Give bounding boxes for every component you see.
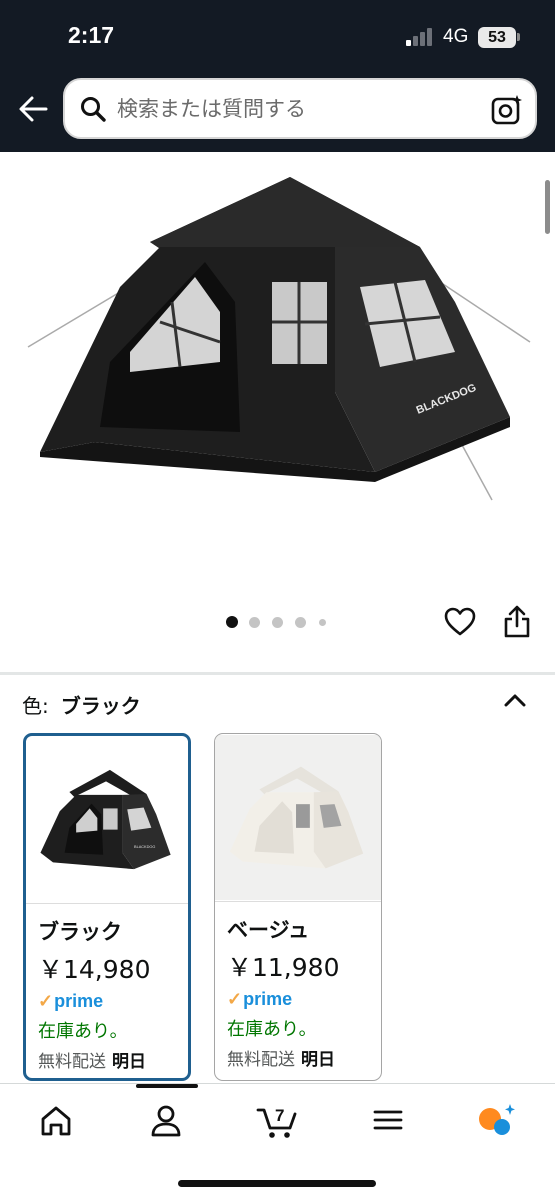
search-icon (81, 97, 106, 122)
account-icon[interactable] (142, 1100, 190, 1140)
stock-status: 在庫あり。 (38, 1021, 128, 1042)
back-arrow-icon[interactable] (16, 92, 50, 126)
carousel-dot[interactable] (319, 619, 326, 626)
search-input[interactable] (117, 94, 477, 124)
variant-card-beige[interactable]: ベージュ ￥11,980 ✓prime 在庫あり。 無料配送 明日 (214, 733, 382, 1081)
product-image[interactable]: BLACKDOG (0, 152, 555, 592)
cart-count: 7 (275, 1106, 284, 1125)
status-time: 2:17 (68, 22, 115, 48)
share-icon[interactable] (502, 604, 532, 640)
variant-name: ベージュ (227, 918, 310, 942)
battery-cap (517, 33, 520, 41)
variant-card-black[interactable]: BLACKDOG ブラック ￥14,980 ✓prime 在庫あり。 無料配送明… (23, 733, 191, 1081)
thumb-divider (215, 901, 381, 902)
chevron-up-icon[interactable] (500, 686, 530, 716)
camera-lens-icon[interactable] (490, 93, 524, 127)
image-carousel-dots[interactable] (222, 614, 342, 630)
prime-badge: ✓prime (38, 991, 104, 1011)
variant-thumbnail: BLACKDOG (40, 769, 171, 870)
heart-icon[interactable] (443, 606, 477, 638)
shipping-info: 無料配送 明日 (38, 1052, 146, 1072)
variant-thumbnail (215, 734, 381, 901)
tent-illustration: BLACKDOG (27, 177, 531, 501)
thumb-divider (26, 903, 188, 904)
variant-price: ￥14,980 (38, 955, 151, 984)
carousel-dot[interactable] (295, 617, 306, 628)
active-tab-indicator (136, 1084, 198, 1088)
home-indicator[interactable] (178, 1180, 376, 1187)
cellular-signal-icon (406, 28, 436, 46)
color-selector-header: 色: ブラック (22, 690, 141, 720)
carousel-dot[interactable] (249, 617, 260, 628)
battery-indicator: 53 (478, 27, 516, 48)
status-bar: 2:17 4G 53 (0, 0, 555, 74)
svg-text:BLACKDOG: BLACKDOG (134, 845, 155, 849)
color-label: 色: (22, 694, 49, 718)
variant-price: ￥11,980 (227, 953, 340, 982)
home-icon[interactable] (32, 1100, 80, 1140)
selected-color: ブラック (60, 694, 141, 718)
rufus-ai-icon[interactable] (472, 1100, 520, 1140)
shipping-info: 無料配送 明日 (227, 1050, 335, 1070)
search-bar[interactable] (63, 78, 537, 139)
image-scrollbar[interactable] (545, 180, 550, 234)
variant-name: ブラック (38, 920, 122, 944)
cart-icon[interactable]: 7 (254, 1100, 302, 1140)
app-header: 2:17 4G 53 (0, 0, 555, 152)
section-divider (0, 672, 555, 675)
network-type: 4G (443, 26, 469, 47)
carousel-dot[interactable] (272, 617, 283, 628)
carousel-dot[interactable] (226, 616, 238, 628)
stock-status: 在庫あり。 (227, 1019, 317, 1040)
prime-badge: ✓prime (227, 989, 293, 1009)
menu-icon[interactable] (364, 1100, 412, 1140)
